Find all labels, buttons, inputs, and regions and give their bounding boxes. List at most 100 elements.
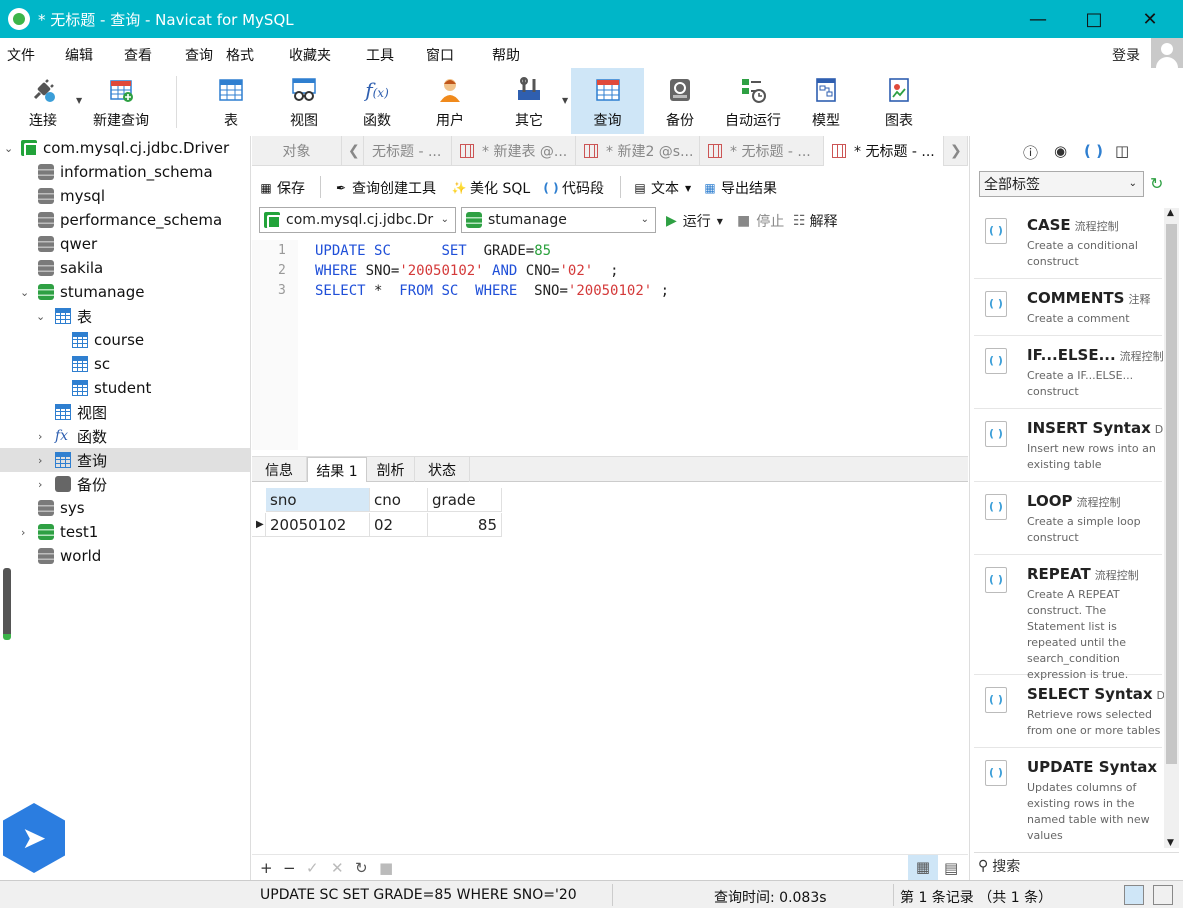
add-snippet-icon[interactable]: ↻	[1150, 174, 1163, 193]
text-button[interactable]: ▤ 文本 ▼	[633, 178, 691, 198]
tree-db-test1[interactable]: › test1	[0, 520, 250, 544]
chevron-right-icon[interactable]: ›	[38, 430, 42, 443]
tree-db-sys[interactable]: sys	[0, 496, 250, 520]
avatar[interactable]	[1151, 38, 1183, 70]
menu-tools[interactable]: 工具	[366, 45, 394, 65]
menu-view[interactable]: 查看	[124, 45, 152, 65]
minimize-button[interactable]: —	[1010, 0, 1066, 38]
table-button[interactable]: 表	[200, 68, 262, 134]
new-query-button[interactable]: 新建查询	[88, 68, 154, 134]
snippet-item[interactable]: ( ) REPEAT 流程控制 Create A REPEAT construct…	[974, 555, 1162, 681]
tab-new-table[interactable]: * 新建表 @...	[452, 136, 576, 166]
tab-scroll-left[interactable]: ❮	[342, 136, 364, 166]
form-view-icon[interactable]: ▤	[944, 859, 958, 877]
chevron-down-icon[interactable]: ▼	[1167, 838, 1174, 848]
menu-format[interactable]: 格式	[226, 45, 254, 65]
tab-info[interactable]: 信息	[252, 457, 307, 483]
tree-scrollbar[interactable]	[3, 568, 11, 640]
tree-folder-tables[interactable]: ⌄ 表	[0, 304, 250, 328]
tree-db-mysql[interactable]: mysql	[0, 184, 250, 208]
snippet-search[interactable]: ⚲ 搜索	[974, 852, 1179, 878]
function-button[interactable]: f(x) 函数	[346, 68, 408, 134]
apply-icon[interactable]: ✓	[306, 859, 319, 877]
menu-favorites[interactable]: 收藏夹	[289, 45, 331, 65]
tree-table-course[interactable]: course	[0, 328, 250, 352]
export-result-button[interactable]: ▦ 导出结果	[703, 178, 777, 198]
eye-icon[interactable]: ◉	[1054, 142, 1067, 160]
explain-button[interactable]: ☷ 解释	[793, 211, 838, 231]
tree-db-sakila[interactable]: sakila	[0, 256, 250, 280]
tree-db-world[interactable]: world	[0, 544, 250, 568]
chevron-right-icon[interactable]: ›	[38, 454, 42, 467]
info-icon[interactable]: ⓘ	[1023, 142, 1038, 163]
tab-query-1[interactable]: 无标题 - ...	[364, 136, 452, 166]
tree-db-stumanage[interactable]: ⌄ stumanage	[0, 280, 250, 304]
tab-scroll-right[interactable]: ❯	[944, 136, 968, 166]
discard-icon[interactable]: ✕	[331, 859, 344, 877]
sql-editor[interactable]: 1 2 3 UPDATE SC SET GRADE=85 WHERE SNO='…	[252, 240, 968, 450]
snippet-filter-select[interactable]: 全部标签 ⌄	[979, 171, 1144, 197]
refresh-icon[interactable]: ↻	[355, 859, 368, 877]
chevron-down-icon[interactable]: ⌄	[4, 142, 13, 155]
other-button[interactable]: 其它	[498, 68, 560, 134]
stop-icon[interactable]: ■	[379, 859, 393, 877]
grid-view-icon[interactable]: ▦	[908, 855, 938, 881]
add-row-icon[interactable]: +	[260, 859, 273, 877]
chevron-down-icon[interactable]: ▼	[562, 96, 568, 105]
query-button[interactable]: 查询	[571, 68, 644, 134]
braces-icon[interactable]: ( )	[1084, 142, 1103, 160]
tree-folder-functions[interactable]: › fx 函数	[0, 424, 250, 448]
login-link[interactable]: 登录	[1112, 45, 1140, 65]
snippet-item[interactable]: ( ) LOOP 流程控制 Create a simple loop constr…	[974, 482, 1162, 555]
connection-select[interactable]: com.mysql.cj.jdbc.Dr ⌄	[259, 207, 456, 233]
layout-icon[interactable]: ◫	[1115, 142, 1129, 160]
snippet-item[interactable]: ( ) UPDATE SyntaxDI Updates columns of e…	[974, 748, 1162, 848]
tree-table-student[interactable]: student	[0, 376, 250, 400]
toggle-right-panel-icon[interactable]	[1153, 885, 1173, 905]
user-button[interactable]: 用户	[419, 68, 481, 134]
view-button[interactable]: 视图	[273, 68, 335, 134]
tab-query-active[interactable]: * 无标题 - ...	[824, 136, 944, 166]
tree-folder-views[interactable]: 视图	[0, 400, 250, 424]
close-button[interactable]: ✕	[1122, 0, 1178, 38]
tree-db-qwer[interactable]: qwer	[0, 232, 250, 256]
tree-folder-queries[interactable]: › 查询	[0, 448, 250, 472]
chevron-down-icon[interactable]: ⌄	[36, 310, 45, 323]
tree-db-information-schema[interactable]: information_schema	[0, 160, 250, 184]
menu-file[interactable]: 文件	[7, 45, 35, 65]
chevron-down-icon[interactable]: ⌄	[20, 286, 29, 299]
tree-connection[interactable]: ⌄ com.mysql.cj.jdbc.Driver	[0, 136, 250, 160]
model-button[interactable]: 模型	[796, 68, 856, 134]
snippet-item[interactable]: ( ) IF...ELSE... 流程控制 Create a IF...ELSE.…	[974, 336, 1164, 409]
scrollbar-thumb[interactable]	[1166, 224, 1177, 764]
tab-new-2[interactable]: * 新建2 @s...	[576, 136, 700, 166]
chevron-up-icon[interactable]: ▲	[1167, 208, 1174, 218]
column-header-sno[interactable]: sno	[266, 488, 370, 512]
tab-query-2[interactable]: * 无标题 - ...	[700, 136, 824, 166]
chart-button[interactable]: 图表	[868, 68, 930, 134]
chevron-right-icon[interactable]: ›	[38, 478, 42, 491]
tab-objects[interactable]: 对象	[252, 136, 342, 166]
column-header-cno[interactable]: cno	[370, 488, 428, 512]
chevron-down-icon[interactable]: ▼	[76, 96, 82, 105]
code-snippet-button[interactable]: ( ) 代码段	[543, 178, 604, 198]
menu-window[interactable]: 窗口	[426, 45, 454, 65]
tree-table-sc[interactable]: sc	[0, 352, 250, 376]
query-builder-button[interactable]: ✒ 查询创建工具	[334, 178, 436, 198]
database-select[interactable]: stumanage ⌄	[461, 207, 656, 233]
tree-db-performance-schema[interactable]: performance_schema	[0, 208, 250, 232]
snippet-item[interactable]: ( ) SELECT SyntaxDM Retrieve rows select…	[974, 675, 1175, 748]
tab-profile[interactable]: 剖析	[367, 457, 415, 483]
maximize-button[interactable]: □	[1066, 0, 1122, 38]
autorun-button[interactable]: 自动运行	[720, 68, 786, 134]
chevron-right-icon[interactable]: ›	[21, 526, 25, 539]
beautify-sql-button[interactable]: ✨ 美化 SQL	[452, 178, 531, 198]
table-cell[interactable]: 20050102	[266, 513, 370, 537]
snippet-item[interactable]: ( ) COMMENTS 注释 Create a comment	[974, 279, 1162, 336]
table-cell[interactable]: 02	[370, 513, 428, 537]
menu-edit[interactable]: 编辑	[65, 45, 93, 65]
toggle-left-panel-icon[interactable]	[1124, 885, 1144, 905]
save-button[interactable]: ▦ 保存	[259, 178, 305, 198]
stop-button[interactable]: ■ 停止	[737, 211, 784, 231]
table-cell[interactable]: 85	[428, 513, 502, 537]
